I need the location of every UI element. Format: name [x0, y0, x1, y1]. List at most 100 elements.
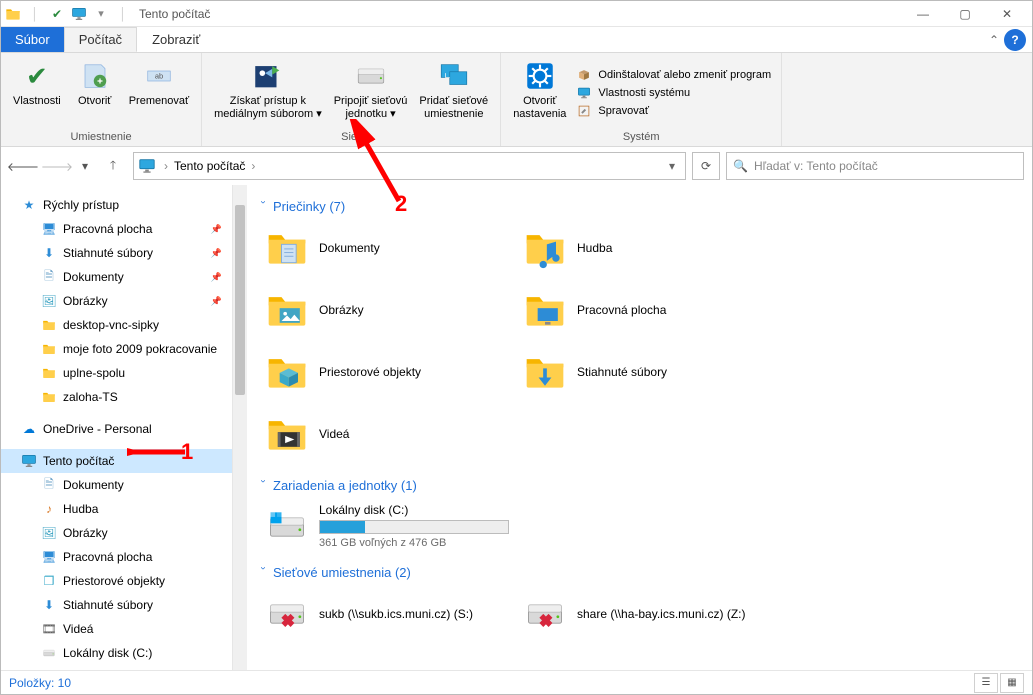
tile-desktop[interactable]: Pracovná plocha	[521, 286, 773, 334]
qat-pc-icon[interactable]	[71, 6, 87, 22]
navigation-pane: ★ Rýchly prístup 🖥Pracovná plocha📌 ⬇Stia…	[1, 185, 233, 670]
view-tiles-button[interactable]: ▦	[1000, 673, 1024, 693]
computer-tab[interactable]: Počítač	[64, 27, 137, 52]
back-button[interactable]: 🡐	[9, 152, 37, 180]
nav-pc-desktop[interactable]: 🖥Pracovná plocha	[1, 545, 232, 569]
view-tab[interactable]: Zobraziť	[137, 27, 215, 52]
monitor-icon	[21, 453, 37, 469]
group-network-label: Sieť	[208, 129, 494, 146]
pin-icon: 📌	[211, 248, 222, 259]
qat-customize-icon[interactable]: ▾	[93, 6, 109, 22]
help-button[interactable]: ?	[1004, 29, 1026, 51]
qat-check-icon[interactable]: ✔	[49, 6, 65, 22]
tile-netdrive-2[interactable]: share (\\ha-bay.ics.muni.cz) (Z:)	[521, 590, 773, 638]
music-icon: ♪	[41, 501, 57, 517]
search-box[interactable]: 🔍 Hľadať v: Tento počítač	[726, 152, 1024, 180]
picture-icon: 🖼	[41, 525, 57, 541]
tile-documents[interactable]: Dokumenty	[263, 224, 515, 272]
maximize-button[interactable]: ▢	[944, 1, 986, 27]
tile-downloads[interactable]: Stiahnuté súbory	[521, 348, 773, 396]
tile-netdrive-1[interactable]: sukb (\\sukb.ics.muni.cz) (S:)	[263, 590, 515, 638]
folder-pictures-icon	[263, 286, 311, 334]
open-settings-button[interactable]: Otvoriť nastavenia	[507, 57, 572, 129]
monitor-icon	[576, 85, 592, 101]
nav-pc-driveC[interactable]: Lokálny disk (C:)	[1, 641, 232, 665]
nav-desktop[interactable]: 🖥Pracovná plocha📌	[1, 217, 232, 241]
nav-pc-music[interactable]: ♪Hudba	[1, 497, 232, 521]
nav-folder-3[interactable]: uplne-spolu	[1, 361, 232, 385]
tile-music[interactable]: Hudba	[521, 224, 773, 272]
open-icon	[78, 59, 112, 93]
search-icon: 🔍	[733, 159, 748, 173]
nav-pc-pictures[interactable]: 🖼Obrázky	[1, 521, 232, 545]
manage-button[interactable]: Spravovať	[572, 102, 775, 120]
group-folders-header[interactable]: › Priečinky (7)	[257, 199, 1014, 214]
address-bar[interactable]: › Tento počítač › ▾	[133, 152, 686, 180]
pin-icon: 📌	[211, 272, 222, 283]
tile-pictures[interactable]: Obrázky	[263, 286, 515, 334]
folder-icon	[41, 341, 57, 357]
nav-scrollbar[interactable]	[233, 185, 247, 670]
document-icon: 🗎	[41, 269, 57, 285]
nav-pc-documents[interactable]: 🗎Dokumenty	[1, 473, 232, 497]
view-details-button[interactable]: ☰	[974, 673, 998, 693]
nav-pc-3dobjects[interactable]: ❒Priestorové objekty	[1, 569, 232, 593]
nav-folder-2[interactable]: moje foto 2009 pokracovanie	[1, 337, 232, 361]
nav-onedrive[interactable]: ☁OneDrive - Personal	[1, 417, 232, 441]
rename-button[interactable]: ab Premenovať	[123, 57, 195, 129]
nav-documents[interactable]: 🗎Dokumenty📌	[1, 265, 232, 289]
nav-pictures[interactable]: 🖼Obrázky📌	[1, 289, 232, 313]
folder-videos-icon	[263, 410, 311, 458]
chevron-down-icon: ›	[258, 201, 269, 213]
tile-3dobjects[interactable]: Priestorové objekty	[263, 348, 515, 396]
minimize-button[interactable]: —	[902, 1, 944, 27]
nav-quick-access[interactable]: ★ Rýchly prístup	[1, 193, 232, 217]
chevron-down-icon[interactable]: ▾	[663, 159, 681, 173]
nav-this-pc[interactable]: Tento počítač	[1, 449, 232, 473]
cube-icon: ❒	[41, 573, 57, 589]
media-access-button[interactable]: Získať prístup k mediálnym súborom ▾	[208, 57, 328, 129]
download-icon: ⬇	[41, 597, 57, 613]
status-bar: Položky: 10 ☰ ▦	[1, 670, 1032, 694]
up-button[interactable]: 🡑	[99, 152, 127, 180]
desktop-icon: 🖥	[41, 549, 57, 565]
window-title: Tento počítač	[139, 7, 210, 21]
open-button[interactable]: Otvoriť	[67, 57, 123, 129]
recent-locations-button[interactable]: ▾	[77, 152, 93, 180]
svg-text:ab: ab	[155, 72, 163, 81]
qat-folder-icon[interactable]	[5, 6, 21, 22]
breadcrumb-item[interactable]: Tento počítač	[170, 159, 249, 173]
tile-videos[interactable]: Videá	[263, 410, 515, 458]
close-button[interactable]: ✕	[986, 1, 1028, 27]
rename-icon: ab	[142, 59, 176, 93]
drive-label: Lokálny disk (C:)	[319, 503, 523, 517]
status-items: Položky: 10	[9, 676, 71, 690]
system-properties-button[interactable]: Vlastnosti systému	[572, 84, 775, 102]
map-network-drive-button[interactable]: Pripojiť sieťovú jednotku ▾	[328, 57, 414, 129]
network-drive-icon	[354, 59, 388, 93]
nav-pc-downloads[interactable]: ⬇Stiahnuté súbory	[1, 593, 232, 617]
refresh-button[interactable]: ⟳	[692, 152, 720, 180]
chevron-right-icon[interactable]: ›	[249, 159, 257, 173]
properties-button[interactable]: ✔ Vlastnosti	[7, 57, 67, 129]
tile-drive-c[interactable]: Lokálny disk (C:) 361 GB voľných z 476 G…	[263, 503, 523, 551]
uninstall-programs-button[interactable]: Odinštalovať alebo zmeniť program	[572, 66, 775, 84]
nav-pc-videos[interactable]: 🎞Videá	[1, 617, 232, 641]
file-tab[interactable]: Súbor	[1, 27, 64, 52]
nav-folder-1[interactable]: desktop-vnc-sipky	[1, 313, 232, 337]
add-network-location-button[interactable]: Pridať sieťové umiestnenie	[413, 57, 494, 129]
desktop-icon: 🖥	[41, 221, 57, 237]
folder-3d-icon	[263, 348, 311, 396]
nav-downloads[interactable]: ⬇Stiahnuté súbory📌	[1, 241, 232, 265]
hammer-icon	[576, 103, 592, 119]
document-icon: 🗎	[41, 477, 57, 493]
folder-icon	[41, 365, 57, 381]
folder-icon	[41, 389, 57, 405]
collapse-ribbon-button[interactable]: ⌃	[984, 27, 1004, 52]
video-icon: 🎞	[41, 621, 57, 637]
group-netloc-header[interactable]: › Sieťové umiestnenia (2)	[257, 565, 1014, 580]
forward-button[interactable]: 🡒	[43, 152, 71, 180]
content-area: › Priečinky (7) Dokumenty Hudba Obrázky …	[233, 185, 1032, 670]
nav-folder-4[interactable]: zaloha-TS	[1, 385, 232, 409]
group-devices-header[interactable]: › Zariadenia a jednotky (1)	[257, 478, 1014, 493]
